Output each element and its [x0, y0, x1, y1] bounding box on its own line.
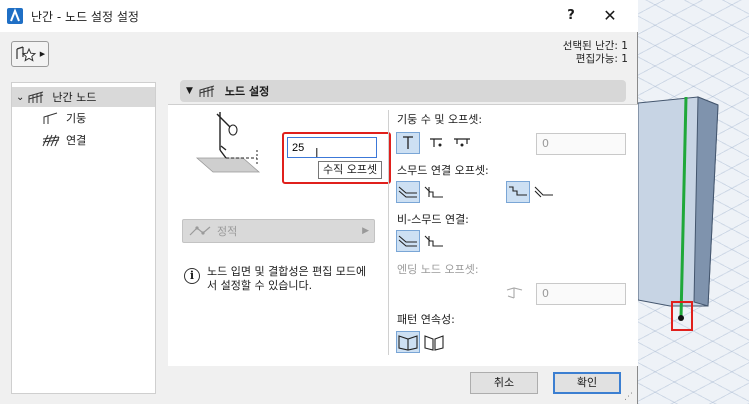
- tree-item-post[interactable]: 기둥: [42, 108, 86, 128]
- post-left-offset-icon: [430, 138, 442, 147]
- single-post-icon: [403, 136, 413, 149]
- help-button[interactable]: ?: [561, 6, 581, 26]
- post-both-offset-icon: [454, 138, 470, 147]
- favorites-arrow-icon: ▶: [39, 50, 46, 58]
- static-dropdown-label: 정적: [217, 225, 238, 238]
- stair-connection-alt-icon: [424, 235, 443, 247]
- non-smooth-option-1-button[interactable]: [396, 230, 420, 252]
- ending-node-icon: [506, 287, 523, 299]
- dropdown-arrow-icon: ▶: [362, 226, 369, 236]
- stair-steps-icon: [509, 186, 527, 196]
- pattern-continuity-label: 패턴 연속성:: [397, 313, 455, 326]
- title-bar[interactable]: 난간 - 노드 설정 설정 ? ✕: [0, 0, 638, 32]
- stair-connection-icon: [398, 235, 417, 247]
- text-cursor-icon: I: [315, 146, 319, 160]
- smooth-connection-option-4-button[interactable]: [532, 181, 556, 203]
- ending-node-offset-field[interactable]: 0: [536, 283, 626, 305]
- node-preview-illustration: [195, 112, 261, 173]
- post-offset-left-button[interactable]: [424, 132, 448, 154]
- pattern-continuity-option-2-button[interactable]: [422, 331, 446, 353]
- post-offset-both-button[interactable]: [450, 132, 474, 154]
- non-smooth-connection-label: 비-스무드 연결:: [397, 213, 469, 226]
- smooth-connection-option-1-button[interactable]: [396, 181, 420, 203]
- info-icon: i: [184, 268, 200, 284]
- ending-node-offset-label: 엔딩 노드 오프셋:: [397, 263, 479, 276]
- resize-grip-icon[interactable]: ⋰: [624, 392, 633, 402]
- favorites-button[interactable]: ▶: [11, 41, 49, 67]
- panel-divider: [388, 110, 389, 355]
- node-settings-panel-header[interactable]: ▼ 노드 설정: [180, 80, 626, 102]
- selection-info: 선택된 난간: 1 편집가능: 1: [563, 40, 628, 66]
- settings-tree: ⌄ 난간 노드 기둥 연결: [11, 82, 156, 394]
- tree-item-label: 연결: [66, 134, 87, 147]
- non-smooth-option-2-button[interactable]: [422, 230, 446, 252]
- model-view: [638, 96, 719, 321]
- vertical-offset-input[interactable]: [287, 137, 377, 158]
- smooth-connection-option-2-button[interactable]: [422, 181, 446, 203]
- favorites-star-icon: [16, 46, 36, 62]
- stair-slope-icon: [534, 186, 553, 198]
- static-dropdown[interactable]: 정적 ▶: [182, 219, 375, 243]
- railing-node-icon: [199, 85, 215, 97]
- static-node-icon: [189, 226, 211, 236]
- 3d-viewport[interactable]: [638, 0, 749, 404]
- tree-item-railing-node[interactable]: ⌄ 난간 노드: [12, 87, 155, 107]
- close-button[interactable]: ✕: [600, 6, 620, 26]
- panel-title: 노드 설정: [224, 85, 270, 98]
- post-offset-single-button[interactable]: [396, 132, 420, 154]
- tree-item-connection[interactable]: 연결: [42, 130, 86, 150]
- editable-count: 편집가능: 1: [575, 53, 628, 65]
- window-title: 난간 - 노드 설정 설정: [31, 9, 139, 24]
- ok-button[interactable]: 확인: [553, 372, 621, 394]
- smooth-connection-option-3-button[interactable]: [506, 181, 530, 203]
- archicad-icon: [7, 8, 23, 24]
- stair-connection-icon: [398, 186, 417, 198]
- ending-node-offset-button[interactable]: [504, 282, 528, 304]
- cancel-button[interactable]: 취소: [470, 372, 538, 394]
- wall-panel-side: [693, 96, 719, 307]
- book-split-icon: [424, 335, 444, 351]
- selected-count: 선택된 난간: 1: [562, 40, 628, 52]
- pattern-continuity-option-1-button[interactable]: [396, 331, 420, 353]
- stair-connection-alt-icon: [424, 186, 443, 198]
- post-offset-field[interactable]: 0: [536, 133, 626, 155]
- tree-item-label: 기둥: [66, 112, 87, 125]
- collapse-triangle-icon[interactable]: ▼: [186, 86, 193, 96]
- smooth-connection-offset-label: 스무드 연결 오프셋:: [397, 164, 489, 177]
- post-icon: [43, 112, 58, 124]
- vertical-offset-tooltip: 수직 오프셋: [318, 161, 383, 179]
- model-node-highlight: [671, 301, 693, 331]
- chevron-down-icon[interactable]: ⌄: [16, 92, 24, 103]
- post-offset-label: 기둥 수 및 오프셋:: [397, 113, 483, 126]
- tree-item-label: 난간 노드: [52, 91, 97, 104]
- node-settings-dialog: 난간 - 노드 설정 설정 ? ✕ ▶ 선택된 난간: 1 편집가능: 1 ⌄ …: [0, 0, 638, 404]
- railing-node-icon: [28, 91, 44, 103]
- info-message: 노드 입면 및 결합성은 편집 모드에서 설정할 수 있습니다.: [207, 265, 367, 292]
- book-open-icon: [398, 335, 418, 351]
- connection-icon: [42, 134, 60, 147]
